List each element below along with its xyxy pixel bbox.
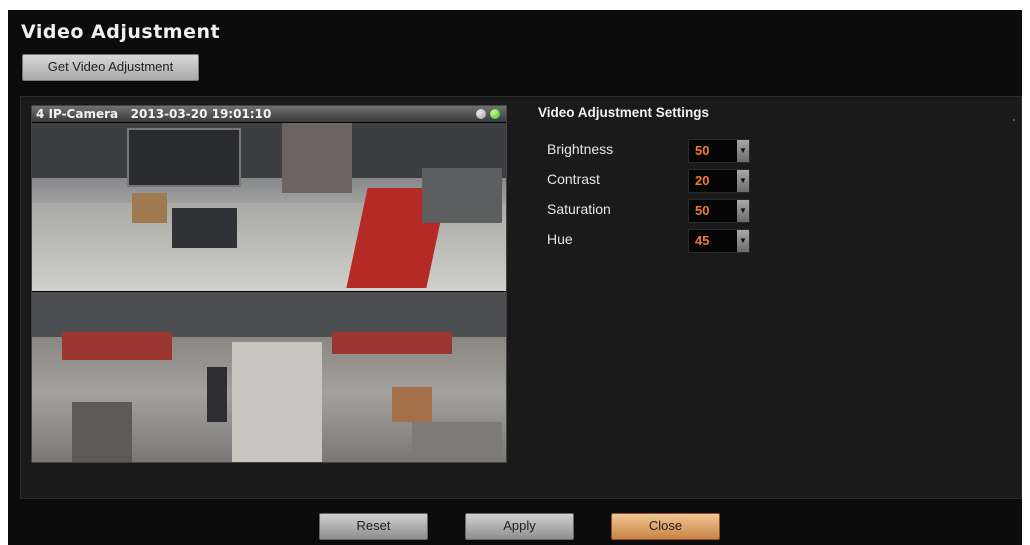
saturation-value: 50 bbox=[695, 203, 710, 218]
saturation-label: Saturation bbox=[547, 201, 611, 217]
dropdown-arrow-icon[interactable]: ▼ bbox=[737, 230, 749, 252]
saturation-select[interactable]: 50 ▼ bbox=[688, 199, 750, 223]
dropdown-arrow-icon[interactable]: ▼ bbox=[737, 200, 749, 222]
camera-name: 4 IP-Camera bbox=[36, 107, 119, 121]
get-video-adjustment-button[interactable]: Get Video Adjustment bbox=[22, 54, 199, 81]
hue-label: Hue bbox=[547, 231, 573, 247]
camera-feed-bottom bbox=[32, 292, 506, 462]
contrast-row: Contrast 20 ▼ bbox=[547, 169, 757, 193]
status-light-gray-icon bbox=[476, 109, 486, 119]
dropdown-arrow-icon[interactable]: ▼ bbox=[737, 170, 749, 192]
reset-button[interactable]: Reset bbox=[319, 513, 428, 540]
video-adjustment-window: Video Adjustment Get Video Adjustment 4 … bbox=[8, 10, 1022, 545]
hue-row: Hue 45 ▼ bbox=[547, 229, 757, 253]
divider bbox=[1013, 119, 1015, 121]
hue-value: 45 bbox=[695, 233, 710, 248]
close-button[interactable]: Close bbox=[611, 513, 720, 540]
hue-select[interactable]: 45 ▼ bbox=[688, 229, 750, 253]
camera-view: 4 IP-Camera 2013-03-20 19:01:10 bbox=[31, 105, 507, 463]
brightness-label: Brightness bbox=[547, 141, 614, 157]
brightness-select[interactable]: 50 ▼ bbox=[688, 139, 750, 163]
page-title: Video Adjustment bbox=[21, 21, 221, 43]
dropdown-arrow-icon[interactable]: ▼ bbox=[737, 140, 749, 162]
status-light-green-icon bbox=[490, 109, 500, 119]
brightness-row: Brightness 50 ▼ bbox=[547, 139, 757, 163]
adjustment-panel: 4 IP-Camera 2013-03-20 19:01:10 Video Ad… bbox=[20, 96, 1022, 499]
contrast-label: Contrast bbox=[547, 171, 600, 187]
settings-title: Video Adjustment Settings bbox=[538, 105, 710, 120]
camera-header: 4 IP-Camera 2013-03-20 19:01:10 bbox=[32, 106, 506, 122]
contrast-select[interactable]: 20 ▼ bbox=[688, 169, 750, 193]
contrast-value: 20 bbox=[695, 173, 710, 188]
camera-feed-top bbox=[32, 123, 506, 291]
saturation-row: Saturation 50 ▼ bbox=[547, 199, 757, 223]
apply-button[interactable]: Apply bbox=[465, 513, 574, 540]
brightness-value: 50 bbox=[695, 143, 710, 158]
camera-datetime: 2013-03-20 19:01:10 bbox=[130, 107, 272, 121]
